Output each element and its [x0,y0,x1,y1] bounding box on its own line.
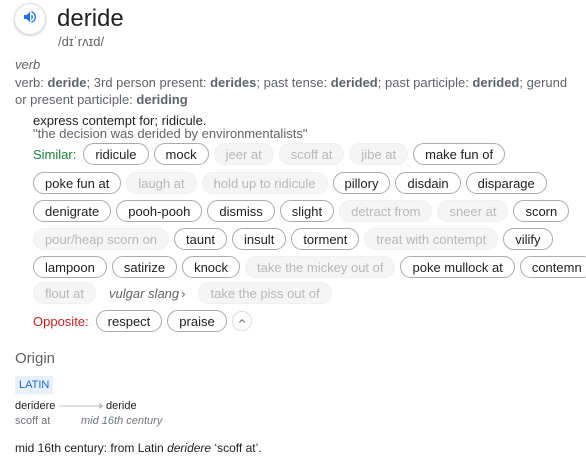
chip-label: pillory [344,175,379,191]
synonym-chip[interactable]: vilify [503,228,553,250]
synonym-chip[interactable]: dismiss [207,200,275,222]
chip-label: denigrate [45,203,100,219]
synonym-chip[interactable]: disdain [395,172,461,194]
etymology-text: mid 16th century: from Latin deridere ‘s… [15,441,262,455]
synonym-chip[interactable]: mock [153,143,209,165]
synonym-chip[interactable]: treat with contempt [364,228,499,250]
opposite-row: Opposite: respect praise [33,310,252,332]
synonym-chip[interactable]: satirize [111,256,178,278]
synonym-chip[interactable]: insult [231,228,287,250]
chip-label: sneer at [449,203,497,219]
chip-label: take the piss out of [210,285,320,301]
opposite-label: Opposite: [33,313,89,329]
pronunciation-button[interactable] [14,3,46,35]
synonym-chip[interactable]: knock [182,256,241,278]
synonym-chip[interactable]: take the mickey out of [245,256,396,278]
language-badge: LATIN [15,376,54,394]
synonym-chip[interactable]: laugh at [126,172,197,194]
chip-label: poke mullock at [412,259,503,275]
etymology-target-gloss: mid 16th century [81,415,163,427]
chip-label: scorn [525,203,558,219]
chip-label: torment [303,231,348,247]
synonym-chip[interactable]: lampoon [33,256,107,278]
origin-title: Origin [15,350,56,367]
chevron-right-icon: › [181,285,186,301]
chip-label: poke fun at [45,175,110,191]
chip-label: jibe at [361,146,397,162]
synonym-chip[interactable]: hold up to ridicule [201,172,328,194]
chip-label: satirize [123,259,166,275]
similar-row: pour/heap scorn on taunt insult torment trea… [33,228,558,250]
synonym-chip[interactable]: pooh-pooh [116,200,203,222]
chevron-up-icon [238,319,245,323]
chip-label: knock [194,259,229,275]
synonym-chip[interactable]: jibe at [349,143,409,165]
chip-label: make fun of [425,146,494,162]
chip-label: jeer at [225,146,262,162]
chip-label: take the mickey out of [257,259,384,275]
chip-label: taunt [186,231,215,247]
similar-row: denigrate pooh-pooh dismiss slight detract f… [33,200,574,222]
chip-label: disdain [407,175,449,191]
chip-label: hold up to ridicule [213,175,316,191]
antonym-chip[interactable]: respect [95,310,163,332]
synonym-chip[interactable]: disparage [465,172,547,194]
chip-label: scoff at [290,146,333,162]
volume-icon [22,9,38,30]
synonym-chip[interactable]: jeer at [213,143,274,165]
synonym-chip[interactable]: take the piss out of [198,282,332,304]
synonym-chip[interactable]: torment [291,228,360,250]
chip-label: slight [291,203,323,219]
arrow-right-icon [59,403,104,409]
similar-row: Similar: ridicule mock jeer at scoff at jibe … [33,143,510,165]
collapse-button[interactable] [231,311,252,331]
chip-label: detract from [351,203,421,219]
synonym-chip[interactable]: scoff at [278,143,345,165]
chip-label: vulgar slang [109,285,180,301]
antonym-chip[interactable]: praise [167,310,227,332]
synonym-chip[interactable]: taunt [174,228,227,250]
chip-label: disparage [477,175,535,191]
chip-label: flout at [45,285,85,301]
synonym-chip[interactable]: sneer at [437,200,509,222]
example-sentence: "the decision was derided by environment… [33,126,308,141]
synonym-chip[interactable]: slight [279,200,335,222]
chip-label: contemn [531,259,582,275]
synonym-chip[interactable]: ridicule [83,143,149,165]
part-of-speech: verb [15,57,41,72]
chip-label: pour/heap scorn on [45,231,158,247]
chip-label: dismiss [219,203,263,219]
register-label[interactable]: vulgar slang › [101,282,194,304]
synonym-chip[interactable]: detract from [339,200,433,222]
chip-label: pooh-pooh [128,203,191,219]
chip-label: treat with contempt [376,231,487,247]
etymology-source-word: deridere [15,400,56,412]
chip-label: laugh at [138,175,185,191]
synonym-chip[interactable]: flout at [33,282,97,304]
synonym-chip[interactable]: pour/heap scorn on [33,228,170,250]
synonym-chip[interactable]: poke mullock at [400,256,515,278]
chip-label: insult [243,231,275,247]
synonym-chip[interactable]: make fun of [413,143,506,165]
chip-label: lampoon [45,259,95,275]
synonym-chip[interactable]: poke fun at [33,172,122,194]
synonym-chip[interactable]: denigrate [33,200,112,222]
synonym-chip[interactable]: scorn [513,200,570,222]
chip-label: ridicule [95,146,137,162]
phonetic-spelling: /dɪˈrʌɪd/ [58,34,105,49]
etymology-target-word: deride [106,400,137,412]
similar-row: lampoon satirize knock take the mickey out … [33,256,586,278]
etymology-source-gloss: scoff at [15,415,51,427]
headword: deride [57,5,124,32]
word-forms: verb: deride; 3rd person present: deride… [15,75,568,107]
synonym-chip[interactable]: contemn [519,256,586,278]
similar-label: Similar: [33,146,77,162]
similar-row: flout at vulgar slang › take the piss out o… [33,282,337,304]
synonym-chip[interactable]: pillory [332,172,391,194]
chip-label: vilify [515,231,541,247]
similar-row: poke fun at laugh at hold up to ridicule pi… [33,172,552,194]
chip-label: mock [165,146,197,162]
